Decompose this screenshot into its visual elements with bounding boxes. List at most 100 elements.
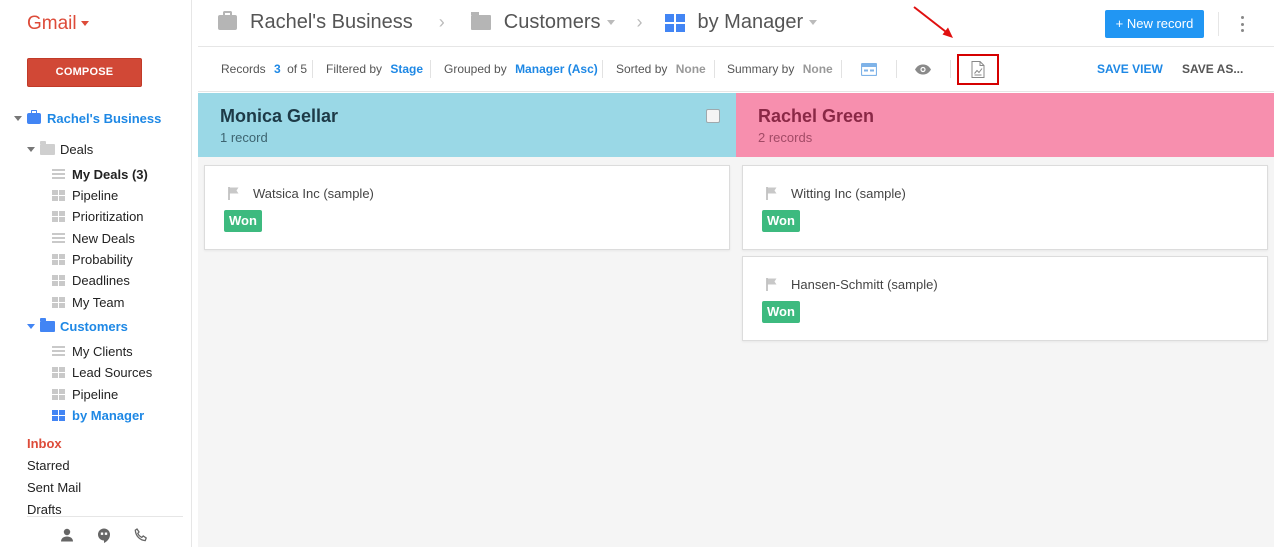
- sidebar-footer: [27, 516, 183, 547]
- view-toolbar: Records 3 of 5 Filtered by Stage Grouped…: [198, 47, 1274, 92]
- deals-folder-label: Deals: [60, 141, 94, 157]
- sidebar-item-deals[interactable]: Deals: [27, 139, 93, 159]
- sidebar-link-drafts[interactable]: Drafts: [27, 502, 62, 517]
- breadcrumb: Rachel's Business › Customers › by Manag…: [218, 11, 818, 34]
- breadcrumb-view[interactable]: by Manager: [698, 11, 804, 34]
- sidebar-item-probability[interactable]: Probability: [52, 249, 133, 269]
- records-current: 3: [274, 62, 281, 76]
- record-card[interactable]: Witting Inc (sample) Won: [742, 165, 1268, 250]
- breadcrumb-business[interactable]: Rachel's Business: [250, 11, 413, 34]
- divider: [896, 60, 897, 78]
- briefcase-icon: [27, 109, 41, 124]
- filter-label: Filtered by: [326, 62, 383, 76]
- record-card[interactable]: Hansen-Schmitt (sample) Won: [742, 256, 1268, 341]
- sidebar-item-label: Pipeline: [72, 187, 119, 203]
- business-label: Rachel's Business: [47, 110, 162, 126]
- sidebar-item-business[interactable]: Rachel's Business: [14, 108, 161, 128]
- group-control[interactable]: Grouped by Manager (Asc): [444, 62, 598, 76]
- gmail-logo: Gmail: [27, 13, 77, 34]
- folder-icon: [40, 140, 55, 155]
- divider: [1218, 12, 1219, 36]
- expand-arrow-icon[interactable]: [14, 115, 22, 121]
- sidebar-item-my-deals[interactable]: My Deals (3): [52, 164, 148, 184]
- flag-icon[interactable]: [227, 186, 241, 200]
- hangouts-icon[interactable]: [97, 528, 111, 543]
- summary-control[interactable]: Summary by None: [727, 62, 833, 76]
- expand-arrow-icon[interactable]: [27, 146, 35, 152]
- caret-down-icon[interactable]: [809, 20, 818, 25]
- summary-value[interactable]: None: [803, 62, 833, 76]
- calendar-icon[interactable]: [861, 63, 877, 76]
- highlight-annotation-box: [957, 54, 999, 85]
- sidebar-link-sent[interactable]: Sent Mail: [27, 480, 81, 495]
- compose-button[interactable]: COMPOSE: [27, 58, 142, 87]
- sidebar: Gmail COMPOSE Rachel's Business Deals My…: [0, 0, 192, 547]
- sidebar-link-starred[interactable]: Starred: [27, 458, 70, 473]
- board-view-icon: [52, 409, 65, 421]
- card-title: Watsica Inc (sample): [253, 186, 374, 201]
- record-card[interactable]: Watsica Inc (sample) Won: [204, 165, 730, 250]
- caret-down-icon[interactable]: [606, 20, 615, 25]
- board-view-icon: [52, 388, 65, 400]
- group-label: Grouped by: [444, 62, 507, 76]
- new-record-button[interactable]: + New record: [1105, 10, 1204, 38]
- sidebar-item-label: New Deals: [72, 230, 135, 246]
- stage-badge: Won: [224, 210, 262, 232]
- breadcrumb-separator-icon: ›: [438, 12, 445, 32]
- flag-icon[interactable]: [765, 186, 779, 200]
- sidebar-item-lead-sources[interactable]: Lead Sources: [52, 362, 152, 382]
- sidebar-item-my-clients[interactable]: My Clients: [52, 341, 133, 361]
- flag-icon[interactable]: [765, 277, 779, 291]
- divider: [312, 60, 313, 78]
- filter-control[interactable]: Filtered by Stage: [326, 62, 423, 76]
- board-view-icon: [52, 274, 65, 286]
- sort-control[interactable]: Sorted by None: [616, 62, 706, 76]
- briefcase-icon: [218, 11, 237, 30]
- list-view-icon: [52, 345, 65, 357]
- sidebar-item-label: Deadlines: [72, 272, 130, 288]
- sidebar-item-my-team[interactable]: My Team: [52, 292, 125, 312]
- sidebar-item-prioritization[interactable]: Prioritization: [52, 206, 144, 226]
- sidebar-link-inbox[interactable]: Inbox: [27, 436, 62, 451]
- summary-label: Summary by: [727, 62, 795, 76]
- column-count: 1 record: [220, 130, 268, 145]
- records-total: of 5: [287, 62, 308, 76]
- topbar: Rachel's Business › Customers › by Manag…: [198, 0, 1274, 47]
- divider: [950, 60, 951, 78]
- sidebar-item-customers-pipeline[interactable]: Pipeline: [52, 384, 118, 404]
- person-icon[interactable]: [60, 528, 74, 542]
- expand-arrow-icon[interactable]: [27, 323, 35, 329]
- board-view-icon: [52, 189, 65, 201]
- sort-value[interactable]: None: [676, 62, 706, 76]
- breadcrumb-customers[interactable]: Customers: [504, 11, 601, 34]
- group-value[interactable]: Manager (Asc): [515, 62, 598, 76]
- eye-icon[interactable]: [914, 64, 932, 75]
- filter-value[interactable]: Stage: [390, 62, 423, 76]
- records-indicator: Records 3 of 5: [221, 62, 307, 76]
- records-label: Records: [221, 62, 266, 76]
- more-options-icon[interactable]: [1241, 16, 1245, 32]
- annotation-arrow-icon: [913, 6, 953, 38]
- save-as-button[interactable]: SAVE AS...: [1182, 62, 1243, 76]
- sidebar-item-by-manager[interactable]: by Manager: [52, 405, 144, 425]
- divider: [714, 60, 715, 78]
- stage-badge: Won: [762, 301, 800, 323]
- board-view-icon: [52, 253, 65, 265]
- sort-label: Sorted by: [616, 62, 668, 76]
- gmail-menu[interactable]: Gmail: [27, 13, 89, 35]
- column-title: Rachel Green: [758, 106, 875, 126]
- sidebar-item-deadlines[interactable]: Deadlines: [52, 270, 130, 290]
- sidebar-item-customers[interactable]: Customers: [27, 316, 128, 336]
- save-view-button[interactable]: SAVE VIEW: [1097, 62, 1163, 76]
- sidebar-item-pipeline[interactable]: Pipeline: [52, 185, 118, 205]
- app-window: Gmail COMPOSE Rachel's Business Deals My…: [0, 0, 1274, 547]
- divider: [430, 60, 431, 78]
- phone-icon[interactable]: [134, 528, 148, 542]
- sidebar-item-new-deals[interactable]: New Deals: [52, 228, 135, 248]
- board-view-icon: [52, 366, 65, 378]
- main-panel: Rachel's Business › Customers › by Manag…: [198, 0, 1274, 547]
- column-select-checkbox[interactable]: [706, 109, 720, 123]
- board-view-icon: [664, 13, 685, 32]
- sidebar-item-label: Lead Sources: [72, 364, 153, 380]
- column-header-rachel: Rachel Green 2 records: [736, 93, 1274, 157]
